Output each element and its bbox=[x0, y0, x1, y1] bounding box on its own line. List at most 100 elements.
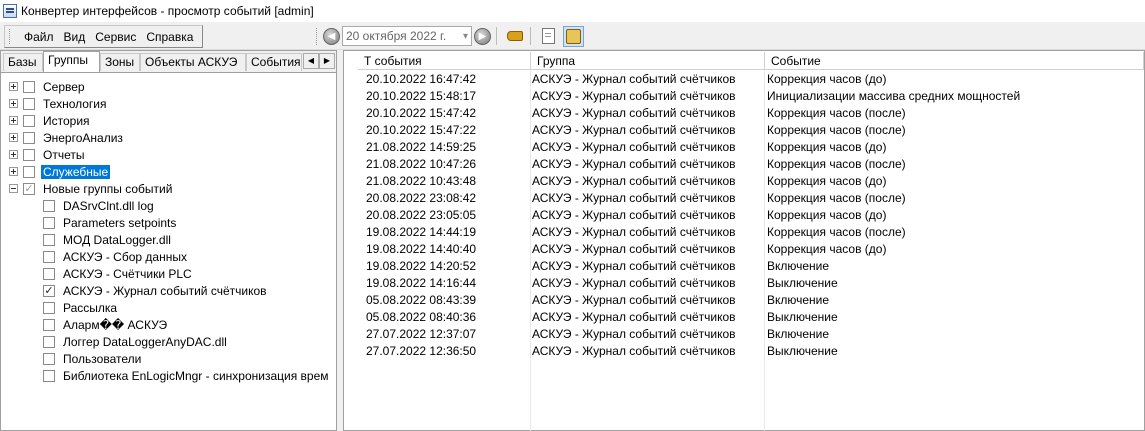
table-row[interactable]: 27.07.2022 12:37:07 АСКУЭ - Журнал событи… bbox=[344, 326, 1144, 343]
table-row[interactable]: 21.08.2022 10:43:48 АСКУЭ - Журнал событи… bbox=[344, 173, 1144, 190]
toolbar-grip[interactable] bbox=[316, 27, 320, 45]
table-row[interactable]: 19.08.2022 14:40:40 АСКУЭ - Журнал событи… bbox=[344, 241, 1144, 258]
tab-askue-objects[interactable]: Объекты АСКУЭ bbox=[140, 53, 246, 71]
tree-node[interactable]: Аларм�� АСКУЭ bbox=[43, 316, 169, 333]
lock-page-button[interactable] bbox=[563, 25, 584, 47]
chevron-down-icon[interactable]: ▾ bbox=[463, 31, 468, 42]
table-row[interactable]: 21.08.2022 10:47:26 АСКУЭ - Журнал событи… bbox=[344, 156, 1144, 173]
table-row[interactable]: 19.08.2022 14:20:52 АСКУЭ - Журнал событи… bbox=[344, 258, 1144, 275]
tree-node-checkbox[interactable] bbox=[23, 131, 35, 144]
tree-node-checkbox[interactable] bbox=[23, 97, 35, 110]
date-value: 20 октября 2022 г. bbox=[346, 29, 447, 43]
tab-zones[interactable]: Зоны bbox=[100, 53, 140, 71]
column-header-group[interactable]: Группа bbox=[531, 52, 765, 70]
tree-node[interactable]: МОД DataLogger.dll bbox=[43, 231, 173, 248]
cell-event: Включение bbox=[767, 327, 830, 341]
arrow-right-icon[interactable]: ▶ bbox=[474, 27, 491, 45]
tree-node-label: Parameters setpoints bbox=[63, 215, 177, 230]
table-row[interactable]: 27.07.2022 12:36:50 АСКУЭ - Журнал событи… bbox=[344, 343, 1144, 360]
cell-group: АСКУЭ - Журнал событий счётчиков bbox=[532, 327, 736, 341]
tree-node-checkbox[interactable] bbox=[43, 318, 55, 331]
cell-group: АСКУЭ - Журнал событий счётчиков bbox=[532, 276, 736, 290]
tree-node-checkbox[interactable] bbox=[43, 199, 55, 212]
expand-icon[interactable] bbox=[9, 133, 18, 142]
tree-node[interactable]: Служебные bbox=[9, 163, 111, 180]
page-settings-button[interactable] bbox=[538, 26, 559, 47]
app-window-icon bbox=[3, 4, 17, 18]
table-row[interactable]: 20.10.2022 16:47:42 АСКУЭ - Журнал событи… bbox=[344, 71, 1144, 88]
window-title: Конвертер интерфейсов - просмотр событий… bbox=[21, 4, 314, 18]
table-row[interactable]: 19.08.2022 14:44:19 АСКУЭ - Журнал событи… bbox=[344, 224, 1144, 241]
column-header-time[interactable]: Т события bbox=[358, 52, 531, 70]
tree-node-label: Новые группы событий bbox=[43, 181, 173, 196]
arrow-left-icon[interactable]: ◀ bbox=[323, 27, 340, 45]
tree-node-checkbox[interactable]: ✓ bbox=[23, 182, 35, 195]
expand-icon[interactable] bbox=[9, 116, 18, 125]
tree-node-checkbox[interactable] bbox=[43, 250, 55, 263]
tree-node[interactable]: Технология bbox=[9, 95, 109, 112]
tree-node-checkbox[interactable] bbox=[43, 267, 55, 280]
cell-group: АСКУЭ - Журнал событий счётчиков bbox=[532, 225, 736, 239]
date-picker[interactable]: 20 октября 2022 г. ▾ bbox=[342, 26, 472, 46]
tree-node-checkbox[interactable] bbox=[43, 335, 55, 348]
tree-node[interactable]: Пользователи bbox=[43, 350, 143, 367]
tree-node[interactable]: АСКУЭ - Счётчики PLC bbox=[43, 265, 194, 282]
page-settings-icon bbox=[542, 28, 555, 44]
tree-node[interactable]: ✓ Новые группы событий bbox=[9, 180, 174, 197]
tree-node-checkbox[interactable] bbox=[23, 148, 35, 161]
menu-service[interactable]: Сервис bbox=[90, 30, 141, 44]
tree-node-checkbox[interactable] bbox=[23, 114, 35, 127]
expand-icon[interactable] bbox=[9, 167, 18, 176]
table-row[interactable]: 20.10.2022 15:47:22 АСКУЭ - Журнал событи… bbox=[344, 122, 1144, 139]
menu-view[interactable]: Вид bbox=[59, 30, 91, 44]
tree-node[interactable]: ЭнергоАнализ bbox=[9, 129, 125, 146]
tree-node[interactable]: История bbox=[9, 112, 92, 129]
menu-file[interactable]: Файл bbox=[19, 30, 59, 44]
menubar-grip[interactable] bbox=[9, 29, 13, 44]
toolbar-separator bbox=[530, 27, 531, 45]
table-row[interactable]: 20.08.2022 23:05:05 АСКУЭ - Журнал событи… bbox=[344, 207, 1144, 224]
cell-group: АСКУЭ - Журнал событий счётчиков bbox=[532, 106, 736, 120]
expand-icon[interactable] bbox=[9, 99, 18, 108]
cell-group: АСКУЭ - Журнал событий счётчиков bbox=[532, 174, 736, 188]
tab-events[interactable]: События bbox=[246, 53, 302, 71]
menu-help[interactable]: Справка bbox=[141, 30, 198, 44]
tab-scroll-right-button[interactable]: ▶ bbox=[319, 53, 335, 69]
cell-event: Коррекция часов (после) bbox=[767, 157, 906, 171]
tab-groups[interactable]: Группы bbox=[43, 51, 100, 72]
table-row[interactable]: 20.08.2022 23:08:42 АСКУЭ - Журнал событи… bbox=[344, 190, 1144, 207]
cell-group: АСКУЭ - Журнал событий счётчиков bbox=[532, 89, 736, 103]
tree-node-checkbox[interactable] bbox=[23, 165, 35, 178]
tree-node[interactable]: ✓ АСКУЭ - Журнал событий счётчиков bbox=[43, 282, 269, 299]
tree-node-checkbox[interactable] bbox=[43, 233, 55, 246]
expand-icon[interactable] bbox=[9, 82, 18, 91]
tab-bases[interactable]: Базы bbox=[3, 53, 43, 71]
table-row[interactable]: 19.08.2022 14:16:44 АСКУЭ - Журнал событи… bbox=[344, 275, 1144, 292]
hand-pointer-button[interactable] bbox=[504, 26, 525, 47]
table-row[interactable]: 05.08.2022 08:43:39 АСКУЭ - Журнал событи… bbox=[344, 292, 1144, 309]
table-row[interactable]: 20.10.2022 15:47:42 АСКУЭ - Журнал событи… bbox=[344, 105, 1144, 122]
tree-node[interactable]: Отчеты bbox=[9, 146, 86, 163]
tree-node-checkbox[interactable] bbox=[43, 369, 55, 382]
tree-node[interactable]: АСКУЭ - Сбор данных bbox=[43, 248, 189, 265]
tab-scroll-left-button[interactable]: ◀ bbox=[303, 53, 319, 69]
table-row[interactable]: 21.08.2022 14:59:25 АСКУЭ - Журнал событи… bbox=[344, 139, 1144, 156]
tree-node[interactable]: DASrvClnt.dll log bbox=[43, 197, 156, 214]
tree-node-checkbox[interactable] bbox=[43, 301, 55, 314]
collapse-icon[interactable] bbox=[9, 184, 18, 193]
cell-group: АСКУЭ - Журнал событий счётчиков bbox=[532, 191, 736, 205]
tree-node[interactable]: Логгер DataLoggerAnyDAC.dll bbox=[43, 333, 229, 350]
tree-node[interactable]: Рассылка bbox=[43, 299, 119, 316]
tree-node[interactable]: Библиотека EnLogicMngr - синхронизация в… bbox=[43, 367, 331, 384]
tree-node-checkbox[interactable] bbox=[43, 352, 55, 365]
expand-icon[interactable] bbox=[9, 150, 18, 159]
tree-node-checkbox[interactable]: ✓ bbox=[43, 284, 55, 297]
tree-node[interactable]: Parameters setpoints bbox=[43, 214, 178, 231]
cell-event: Коррекция часов (до) bbox=[767, 242, 887, 256]
column-header-event[interactable]: Событие bbox=[765, 52, 1144, 70]
tree-node-checkbox[interactable] bbox=[23, 80, 35, 93]
tree-node[interactable]: Сервер bbox=[9, 78, 87, 95]
table-row[interactable]: 05.08.2022 08:40:36 АСКУЭ - Журнал событи… bbox=[344, 309, 1144, 326]
tree-node-checkbox[interactable] bbox=[43, 216, 55, 229]
table-row[interactable]: 20.10.2022 15:48:17 АСКУЭ - Журнал событи… bbox=[344, 88, 1144, 105]
